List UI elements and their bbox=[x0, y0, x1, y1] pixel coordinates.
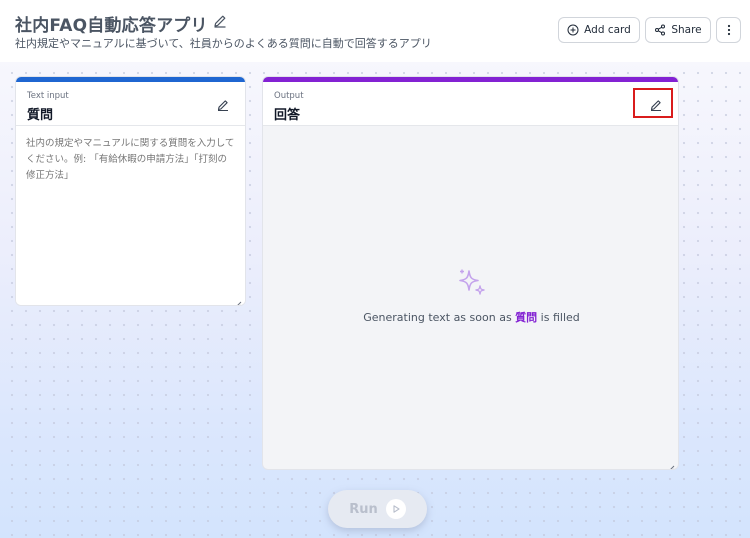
run-label: Run bbox=[349, 501, 378, 517]
app-title: 社内FAQ自動応答アプリ bbox=[15, 16, 208, 36]
status-field-reference: 質問 bbox=[515, 311, 538, 324]
card-type-label: Text input bbox=[27, 91, 69, 101]
card-header: Output 回答 bbox=[263, 82, 678, 126]
output-card: Output 回答 Generating text as soon as 質問 … bbox=[262, 76, 679, 470]
sparkles-icon bbox=[263, 267, 678, 299]
vertical-dots-icon bbox=[727, 24, 731, 36]
generation-status-text: Generating text as soon as 質問 is filled bbox=[263, 309, 678, 325]
status-suffix: is filled bbox=[540, 311, 580, 324]
app-description: 社内規定やマニュアルに基づいて、社員からのよくある質問に自動で回答するアプリ bbox=[15, 37, 432, 50]
share-button[interactable]: Share bbox=[645, 17, 711, 43]
share-label: Share bbox=[671, 24, 702, 36]
more-options-button[interactable] bbox=[716, 17, 741, 43]
text-input-card: Text input 質問 bbox=[15, 76, 246, 306]
edit-title-pencil-icon[interactable] bbox=[212, 13, 228, 29]
card-header: Text input 質問 bbox=[16, 82, 245, 126]
status-prefix: Generating text as soon as bbox=[363, 311, 512, 324]
plus-circle-icon bbox=[567, 24, 579, 36]
app-header: 社内FAQ自動応答アプリ 社内規定やマニュアルに基づいて、社員からのよくある質問… bbox=[0, 0, 750, 62]
card-title: 質問 bbox=[27, 108, 54, 123]
add-card-label: Add card bbox=[584, 24, 631, 36]
highlight-annotation-box bbox=[633, 88, 673, 118]
resize-handle-icon[interactable] bbox=[667, 458, 675, 469]
generation-status: Generating text as soon as 質問 is filled bbox=[263, 267, 678, 325]
edit-card-pencil-icon[interactable] bbox=[216, 97, 230, 112]
run-button[interactable]: Run bbox=[328, 490, 427, 528]
card-title: 回答 bbox=[274, 108, 301, 123]
add-card-button[interactable]: Add card bbox=[558, 17, 640, 43]
card-type-label: Output bbox=[274, 91, 304, 101]
play-icon bbox=[385, 499, 406, 519]
share-icon bbox=[654, 24, 666, 36]
resize-handle-icon[interactable] bbox=[234, 294, 242, 305]
question-input-field[interactable] bbox=[16, 127, 245, 305]
